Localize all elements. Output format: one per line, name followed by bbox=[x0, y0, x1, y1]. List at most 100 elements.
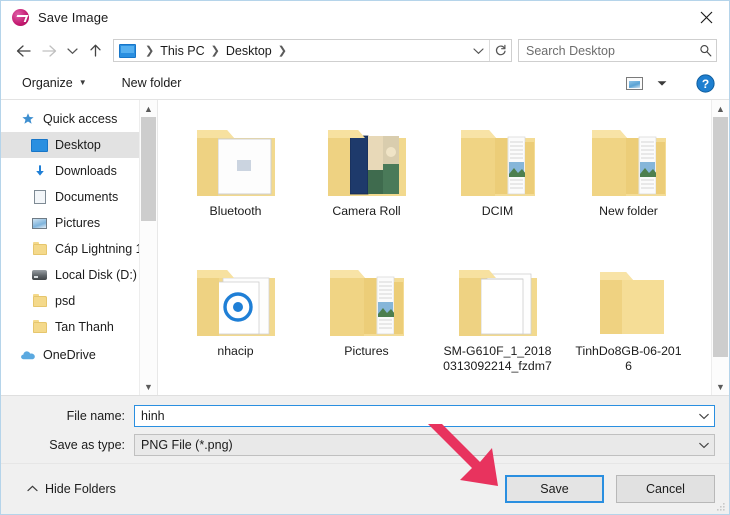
file-scroll-thumb[interactable] bbox=[713, 117, 728, 358]
sidebar-label: Tan Thanh bbox=[55, 320, 114, 334]
scroll-down-icon[interactable]: ▼ bbox=[712, 378, 729, 395]
sidebar-item-downloads[interactable]: Downloads bbox=[1, 158, 157, 184]
folder-with-pages-icon bbox=[320, 248, 414, 342]
chevron-down-icon: ▼ bbox=[78, 78, 87, 87]
back-arrow-icon[interactable] bbox=[10, 38, 36, 64]
sidebar-item-local-disk-d[interactable]: Local Disk (D:) bbox=[1, 262, 157, 288]
sidebar-item-quick-access[interactable]: Quick access bbox=[1, 106, 157, 132]
window-title: Save Image bbox=[38, 10, 109, 25]
sidebar-item-desktop[interactable]: Desktop bbox=[1, 132, 157, 158]
sidebar-label: Downloads bbox=[55, 164, 117, 178]
file-scroll-track[interactable] bbox=[713, 117, 728, 378]
breadcrumb-this-pc[interactable]: This PC bbox=[159, 44, 205, 58]
search-icon bbox=[694, 44, 716, 57]
sidebar-item-documents[interactable]: Documents bbox=[1, 184, 157, 210]
file-grid: Bluetooth Camera Roll DCIM New folder nh… bbox=[158, 100, 729, 388]
scroll-up-icon[interactable]: ▲ bbox=[140, 100, 157, 117]
file-item[interactable]: Bluetooth bbox=[170, 108, 301, 248]
help-icon: ? bbox=[695, 73, 715, 93]
forward-arrow-icon bbox=[36, 38, 62, 64]
hide-folders-button[interactable]: Hide Folders bbox=[27, 482, 116, 496]
file-name: DCIM bbox=[481, 204, 514, 218]
dialog-footer: Hide Folders Save Cancel bbox=[1, 463, 729, 514]
cancel-label: Cancel bbox=[646, 482, 685, 496]
file-name: SM-G610F_1_20180313092214_fzdm79hi2g_fex bbox=[443, 344, 552, 373]
sidebar-label: Desktop bbox=[55, 138, 101, 152]
chevron-up-icon bbox=[27, 484, 38, 494]
file-item[interactable]: TinhDo8GB-06-2016 bbox=[563, 248, 694, 388]
folder-with-pages-icon bbox=[582, 108, 676, 202]
save-label: Save bbox=[540, 482, 569, 496]
file-item[interactable]: DCIM bbox=[432, 108, 563, 248]
navigation-pane: Quick access Desktop Downloads Documents… bbox=[1, 100, 158, 395]
folder-with-photos-icon bbox=[320, 108, 414, 202]
scroll-down-icon[interactable]: ▼ bbox=[140, 378, 157, 395]
sidebar-list: Quick access Desktop Downloads Documents… bbox=[1, 100, 157, 368]
new-folder-button[interactable]: New folder bbox=[115, 73, 189, 93]
sidebar-label: Local Disk (D:) bbox=[55, 268, 137, 282]
recent-locations-icon[interactable] bbox=[62, 38, 82, 64]
sidebar-label: OneDrive bbox=[43, 348, 96, 362]
picture-icon bbox=[31, 217, 48, 229]
address-bar[interactable]: ❯ This PC ❯ Desktop ❯ bbox=[113, 39, 512, 62]
monitor-icon bbox=[31, 138, 48, 152]
folder-with-documents-icon bbox=[451, 248, 545, 342]
sidebar-item-psd[interactable]: psd bbox=[1, 288, 157, 314]
scroll-up-icon[interactable]: ▲ bbox=[712, 100, 729, 117]
document-icon bbox=[31, 190, 48, 204]
chevron-down-icon[interactable] bbox=[694, 442, 714, 449]
disk-icon bbox=[31, 270, 48, 280]
app-logo-icon bbox=[12, 9, 29, 26]
sidebar-scroll-track[interactable] bbox=[141, 117, 156, 378]
file-item[interactable]: Camera Roll bbox=[301, 108, 432, 248]
view-mode-dropdown[interactable] bbox=[649, 72, 675, 94]
cancel-button[interactable]: Cancel bbox=[616, 475, 715, 503]
organize-label: Organize bbox=[22, 76, 73, 90]
file-item[interactable]: New folder bbox=[563, 108, 694, 248]
sidebar-item-tan-thanh[interactable]: Tan Thanh bbox=[1, 314, 157, 340]
save-as-type-select[interactable]: PNG File (*.png) bbox=[134, 434, 715, 456]
help-button[interactable]: ? bbox=[691, 72, 719, 94]
sidebar-item-onedrive[interactable]: OneDrive bbox=[1, 342, 157, 368]
resize-grip-icon[interactable] bbox=[716, 502, 726, 512]
breadcrumb-separator: ❯ bbox=[277, 45, 287, 57]
address-dropdown-icon[interactable] bbox=[468, 40, 489, 61]
chevron-down-icon[interactable] bbox=[694, 413, 714, 420]
download-icon bbox=[31, 164, 48, 178]
sidebar-scroll-thumb[interactable] bbox=[141, 117, 156, 222]
navigation-bar: ❯ This PC ❯ Desktop ❯ Search Desktop bbox=[1, 34, 729, 67]
folder-with-document-icon bbox=[189, 108, 283, 202]
file-item[interactable]: Pictures bbox=[301, 248, 432, 388]
refresh-icon[interactable] bbox=[490, 40, 511, 61]
save-as-type-value: PNG File (*.png) bbox=[141, 438, 233, 452]
breadcrumb-desktop[interactable]: Desktop bbox=[225, 44, 273, 58]
file-list-scrollbar[interactable]: ▲ ▼ bbox=[711, 100, 729, 395]
close-button[interactable] bbox=[683, 1, 729, 33]
sidebar-scrollbar[interactable]: ▲ ▼ bbox=[139, 100, 157, 395]
up-arrow-icon[interactable] bbox=[82, 38, 108, 64]
file-name-value[interactable]: hinh bbox=[135, 409, 694, 423]
folder-icon bbox=[31, 319, 48, 333]
sidebar-item-pictures[interactable]: Pictures bbox=[1, 210, 157, 236]
file-name-input[interactable]: hinh bbox=[134, 405, 715, 427]
save-button[interactable]: Save bbox=[505, 475, 604, 503]
command-toolbar: Organize ▼ New folder ? bbox=[1, 67, 729, 99]
dialog-body: Quick access Desktop Downloads Documents… bbox=[1, 99, 729, 395]
sidebar-label: psd bbox=[55, 294, 76, 308]
file-item[interactable]: nhacip bbox=[170, 248, 301, 388]
sidebar-item-cap-lightning[interactable]: Cáp Lightning 1m bbox=[1, 236, 157, 262]
view-mode-button[interactable] bbox=[621, 72, 647, 94]
sidebar-label: Pictures bbox=[55, 216, 101, 230]
file-list-pane[interactable]: Bluetooth Camera Roll DCIM New folder nh… bbox=[158, 100, 729, 395]
file-item[interactable]: SM-G610F_1_20180313092214_fzdm79hi2g_fex bbox=[432, 248, 563, 388]
folder-icon bbox=[31, 241, 48, 255]
search-input[interactable]: Search Desktop bbox=[519, 44, 694, 58]
search-box[interactable]: Search Desktop bbox=[518, 39, 717, 62]
file-name: Bluetooth bbox=[209, 204, 262, 218]
folder-with-media-icon bbox=[189, 248, 283, 342]
sidebar-label: Quick access bbox=[43, 112, 118, 126]
breadcrumb-separator: ❯ bbox=[145, 45, 155, 57]
new-folder-label: New folder bbox=[121, 76, 182, 90]
file-name: Pictures bbox=[344, 344, 389, 358]
organize-button[interactable]: Organize ▼ bbox=[15, 73, 94, 93]
